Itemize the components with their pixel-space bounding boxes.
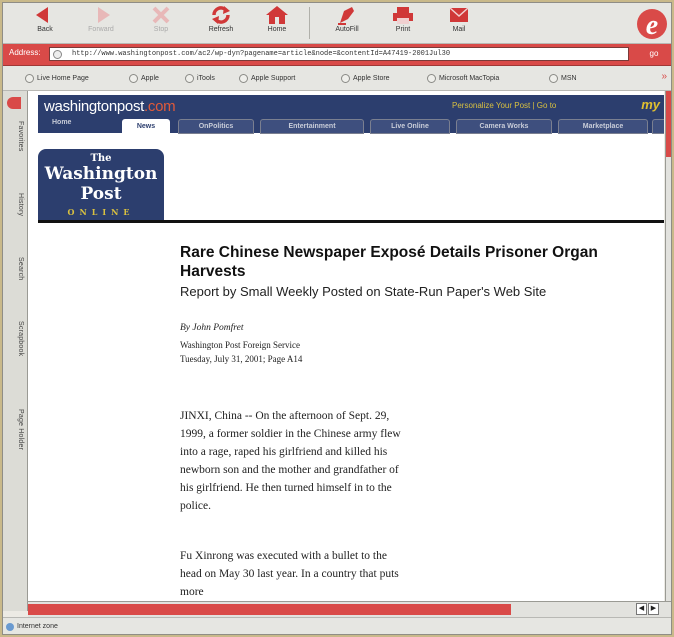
back-arrow-icon [36,7,48,23]
toolbar-divider [309,7,310,39]
nav-tab-marketplace[interactable]: Marketplace [558,119,648,134]
article-byline: By John Pomfret [180,323,244,333]
svg-text:e: e [646,10,658,41]
favorites-more-chevron-icon[interactable]: » [661,71,667,82]
favorite-globe-icon [185,73,194,83]
nav-tab-live-online[interactable]: Live Online [370,119,450,134]
forward-button[interactable]: Forward [77,5,125,41]
home-button[interactable]: Home [253,5,301,41]
refresh-label: Refresh [208,26,234,33]
my-post-link[interactable]: my [641,97,660,112]
status-zone-text: Internet zone [17,623,58,630]
explorer-bar-tabs: Favorites History Search Scrapbook Page … [3,91,28,611]
favorite-link[interactable]: MSN [549,72,577,85]
favorite-globe-icon [239,73,248,83]
nav-tab-entertainment[interactable]: Entertainment [260,119,364,134]
back-label: Back [37,26,53,33]
favorite-globe-icon [25,73,34,83]
article-date: Tuesday, July 31, 2001; Page A14 [180,354,303,364]
favorite-link[interactable]: Live Home Page [25,72,89,85]
forward-label: Forward [88,26,114,33]
stop-x-icon [152,6,170,24]
header-divider [38,220,664,223]
page-content: washingtonpost.com Personalize Your Post… [28,91,664,601]
site-logo[interactable]: washingtonpost.com [44,98,176,115]
sidebar-handle-icon[interactable] [7,97,21,109]
toolbar: Back Forward Stop Refresh Home AutoFill … [3,3,671,44]
favorite-link[interactable]: Apple [129,72,159,85]
page-globe-icon [53,50,62,59]
refresh-button[interactable]: Refresh [197,5,245,41]
go-button[interactable]: go [639,47,669,61]
address-input[interactable]: http://www.washingtonpost.com/ac2/wp-dyn… [49,47,629,61]
favorite-link[interactable]: Apple Support [239,72,295,85]
ie-logo-icon: e [635,5,669,41]
sidebar-tab-favorites[interactable]: Favorites [6,121,24,152]
autofill-button[interactable]: AutoFill [323,5,371,41]
favorite-link[interactable]: iTools [185,72,215,85]
favorite-globe-icon [549,73,558,83]
site-banner: washingtonpost.com Personalize Your Post… [38,95,664,134]
nav-tab-camera-works[interactable]: Camera Works [456,119,552,134]
favorite-globe-icon [341,73,350,83]
article-subhead: Report by Small Weekly Posted on State-R… [180,284,547,299]
mail-label: Mail [452,26,466,33]
internet-zone-globe-icon [6,623,14,631]
article-paragraph: Fu Xinrong was executed with a bullet to… [180,550,399,598]
personalize-link[interactable]: Personalize Your Post | Go to [452,101,556,110]
favorite-globe-icon [427,73,436,83]
vertical-scrollbar[interactable] [665,91,671,601]
print-label: Print [395,26,411,33]
mail-button[interactable]: Mail [435,5,483,41]
print-button[interactable]: Print [379,5,427,41]
nav-tab-overflow[interactable] [652,119,664,134]
sidebar-tab-scrapbook[interactable]: Scrapbook [6,321,24,356]
horizontal-scrollbar[interactable]: ◀ ▶ [28,601,671,617]
autofill-pen-icon [338,7,354,25]
home-label: Home [267,26,287,33]
article-service: Washington Post Foreign Service [180,340,301,350]
browser-window: Back Forward Stop Refresh Home AutoFill … [2,2,672,635]
vertical-scroll-thumb[interactable] [666,91,671,157]
nav-tab-onpolitics[interactable]: OnPolitics [178,119,254,134]
favorites-bar: Live Home Page Apple iTools Apple Suppor… [3,66,671,91]
horizontal-scroll-thumb[interactable] [28,604,511,615]
favorite-globe-icon [129,73,138,83]
autofill-label: AutoFill [335,26,359,33]
forward-arrow-icon [98,7,110,23]
article-headline: Rare Chinese Newspaper Exposé Details Pr… [180,244,598,280]
favorite-link[interactable]: Microsoft MacTopia [427,72,499,85]
scroll-left-arrow-icon[interactable]: ◀ [636,603,647,615]
address-bar: Address: http://www.washingtonpost.com/a… [3,44,671,66]
favorite-link[interactable]: Apple Store [341,72,390,85]
sidebar-tab-history[interactable]: History [6,193,24,216]
refresh-icon [212,6,230,24]
nav-tab-news[interactable]: News [122,119,170,134]
back-button[interactable]: Back [21,5,69,41]
sidebar-tab-page-holder[interactable]: Page Holder [6,409,24,450]
address-label: Address: [9,48,41,57]
stop-label: Stop [153,26,169,33]
home-icon [266,6,288,24]
stop-button[interactable]: Stop [137,5,185,41]
scroll-right-arrow-icon[interactable]: ▶ [648,603,659,615]
sidebar-tab-search[interactable]: Search [6,257,24,280]
site-nav-tabs: News OnPolitics Entertainment Live Onlin… [38,119,664,134]
article-paragraph: JINXI, China -- On the afternoon of Sept… [180,410,401,512]
post-masthead-logo[interactable]: The Washington Post ONLINE [38,149,164,222]
status-bar: Internet zone [3,617,671,634]
mail-envelope-icon [449,7,469,22]
printer-icon [393,7,413,24]
